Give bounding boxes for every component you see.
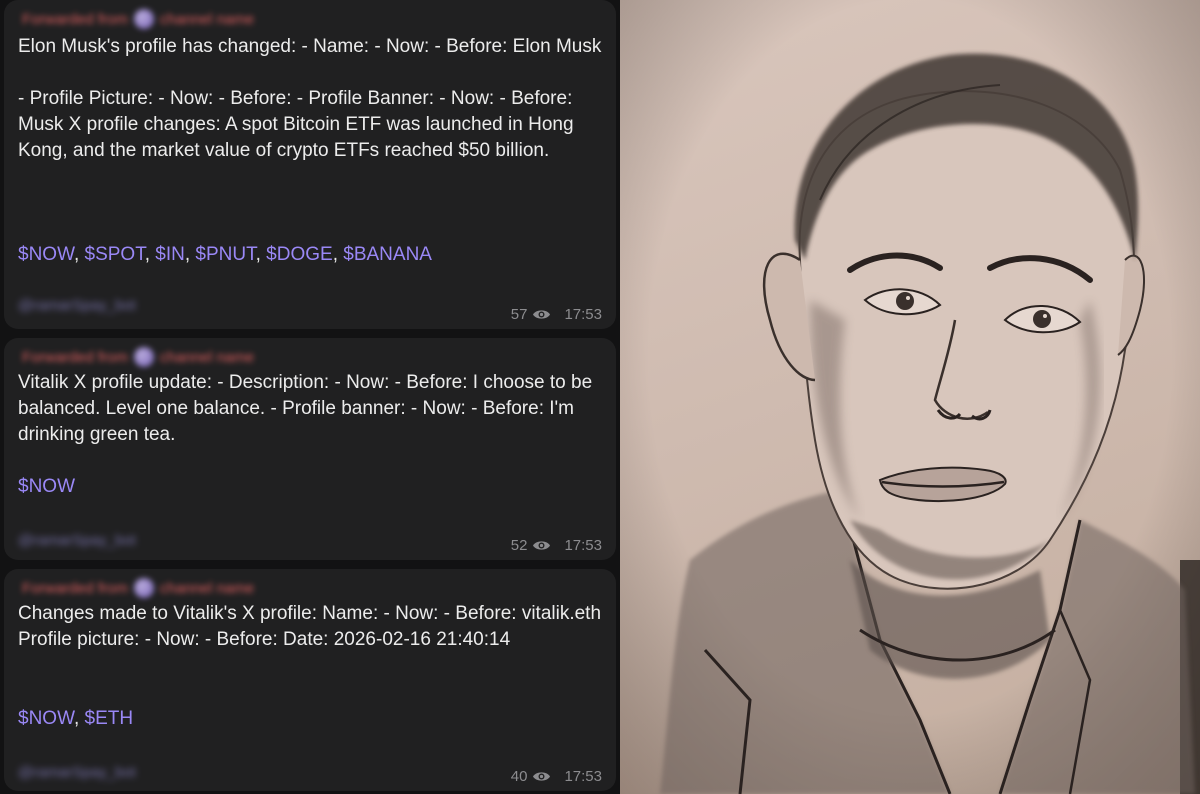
chat-feed: Forwarded from channel name Elon Musk's … [0,0,620,794]
forwarded-header[interactable]: Forwarded from channel name [22,8,254,30]
channel-avatar [133,9,154,29]
message-meta: 52 17:53 [511,537,602,554]
ticker-link[interactable]: $SPOT [85,244,145,265]
message-time: 17:53 [564,537,602,554]
forwarded-header[interactable]: Forwarded from channel name [22,346,254,368]
message-meta: 40 17:53 [511,768,602,785]
ticker-separator: , [73,244,85,265]
screen: Forwarded from channel name Elon Musk's … [0,0,1200,794]
eye-icon [532,770,551,783]
channel-avatar [133,578,154,598]
forwarded-label: Forwarded from [22,579,128,597]
ticker-list: $NOW, $ETH [18,706,133,732]
ticker-list: $NOW [18,474,75,500]
ticker-link[interactable]: $NOW [18,708,74,729]
forwarded-channel-name: channel name [159,348,255,366]
message-meta: 57 17:53 [511,306,602,323]
eye-icon [532,539,551,552]
ticker-separator: , [332,244,344,265]
bot-signature[interactable]: @ramarSpay_bot [18,532,136,554]
ticker-link[interactable]: $DOGE [266,244,333,265]
view-count: 40 [510,768,528,785]
forwarded-header[interactable]: Forwarded from channel name [22,577,254,599]
message-bubble[interactable]: Forwarded from channel name Vitalik X pr… [4,338,616,560]
message-text: Changes made to Vitalik's X profile: Nam… [18,603,607,650]
message-time: 17:53 [564,306,602,323]
channel-avatar [133,347,154,367]
view-count: 52 [510,537,528,554]
bot-signature[interactable]: @ramarSpay_bot [18,764,136,786]
forwarded-label: Forwarded from [22,348,128,366]
ticker-link[interactable]: $IN [155,244,185,265]
ticker-link[interactable]: $NOW [18,244,74,265]
forwarded-label: Forwarded from [22,10,128,28]
ticker-link[interactable]: $ETH [85,708,134,729]
message-time: 17:53 [564,768,602,785]
message-bubble[interactable]: Forwarded from channel name Elon Musk's … [4,0,616,329]
ticker-list: $NOW, $SPOT, $IN, $PNUT, $DOGE, $BANANA [18,242,432,268]
message-bubble[interactable]: Forwarded from channel name Changes made… [4,569,616,791]
ticker-separator: , [73,708,85,729]
ticker-link[interactable]: $NOW [18,476,75,497]
eye-icon [532,308,551,321]
view-count: 57 [510,306,528,323]
portrait-sketch-image [620,0,1200,794]
message-text: Elon Musk's profile has changed: - Name:… [18,36,602,161]
ticker-separator: , [255,244,267,265]
ticker-link[interactable]: $BANANA [343,244,432,265]
forwarded-channel-name: channel name [159,579,255,597]
bot-signature[interactable]: @ramarSpay_bot [18,297,136,319]
ticker-separator: , [184,244,196,265]
ticker-separator: , [144,244,156,265]
message-text: Vitalik X profile update: - Description:… [18,372,598,445]
portrait-sketch-svg [620,0,1200,794]
forwarded-channel-name: channel name [159,10,255,28]
ticker-link[interactable]: $PNUT [195,244,255,265]
